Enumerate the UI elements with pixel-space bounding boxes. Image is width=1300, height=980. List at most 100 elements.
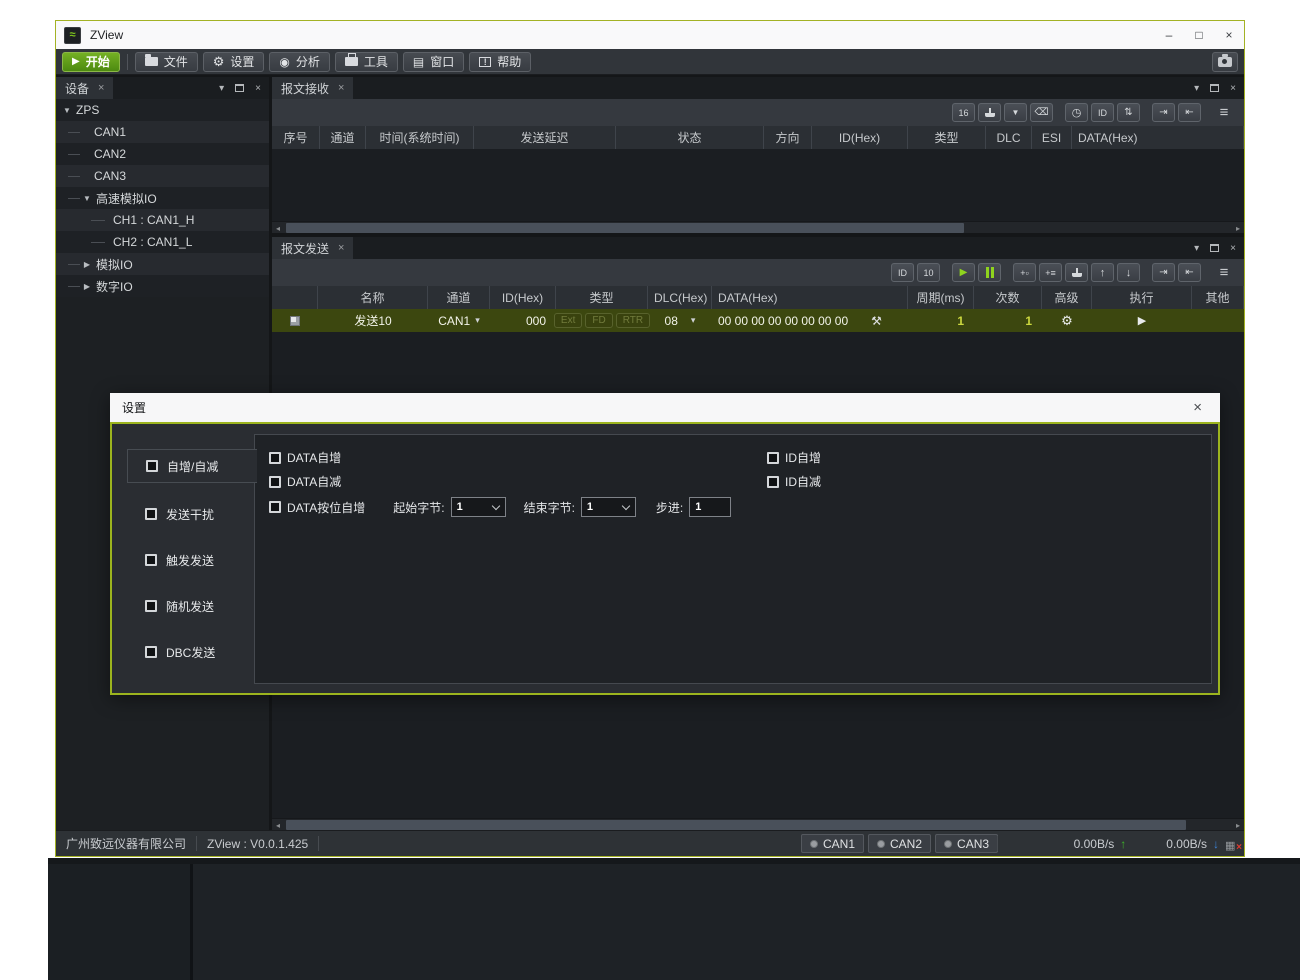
count-value[interactable]: 1 xyxy=(1025,314,1032,328)
data-format-button[interactable]: 10 xyxy=(917,263,940,282)
clear-list-button[interactable] xyxy=(978,103,1001,122)
clear-frames-button[interactable] xyxy=(1065,263,1088,282)
move-up-button[interactable]: ↑ xyxy=(1091,263,1114,282)
analyze-button[interactable]: ◉ 分析 xyxy=(269,52,330,72)
erase-button[interactable]: ⌫ xyxy=(1030,103,1053,122)
frame-id[interactable]: 000 xyxy=(526,314,546,328)
close-icon[interactable]: × xyxy=(338,82,344,94)
execute-play-icon[interactable]: ▶ xyxy=(1138,314,1146,327)
start-button[interactable]: ▶ 开始 xyxy=(62,52,120,72)
float-window-icon[interactable] xyxy=(235,84,244,92)
option-id-decrement[interactable]: ID自减 xyxy=(767,473,821,490)
import-button[interactable]: ⇤ xyxy=(1178,103,1201,122)
dialog-tab-dbc-send[interactable]: DBC发送 xyxy=(127,635,254,669)
can2-indicator[interactable]: CAN2 xyxy=(868,834,931,853)
frame-data[interactable]: 00 00 00 00 00 00 00 00 xyxy=(718,314,848,328)
close-button[interactable]: × xyxy=(1214,21,1244,49)
column-header[interactable]: DATA(Hex) xyxy=(712,286,908,309)
ext-flag-button[interactable]: Ext xyxy=(554,313,582,328)
send-pause-button[interactable] xyxy=(978,263,1001,282)
step-input[interactable]: 1 xyxy=(689,497,731,517)
maximize-button[interactable]: □ xyxy=(1184,21,1214,49)
panel-menu-button[interactable]: ≡ xyxy=(1212,263,1236,282)
column-header[interactable]: 其他 xyxy=(1192,286,1244,309)
chevron-right-icon[interactable]: ▶ xyxy=(82,260,92,269)
chevron-right-icon[interactable]: ▶ xyxy=(82,282,92,291)
column-header[interactable]: DLC(Hex) xyxy=(648,286,712,309)
column-header[interactable]: 通道 xyxy=(320,126,366,149)
chevron-down-icon[interactable]: ▼ xyxy=(82,194,92,203)
help-button[interactable]: 帮助 xyxy=(469,52,531,72)
add-frame-button[interactable]: +▫ xyxy=(1013,263,1036,282)
advanced-gear-icon[interactable]: ⚙ xyxy=(1061,313,1073,329)
tab-message-send[interactable]: 报文发送 × xyxy=(272,237,353,259)
scroll-left-icon[interactable]: ◂ xyxy=(272,222,284,234)
scroll-lock-button[interactable]: ⇅ xyxy=(1117,103,1140,122)
data-increment-checkbox[interactable] xyxy=(269,452,281,464)
dlc-select[interactable]: 08 ▾ xyxy=(648,309,712,332)
close-icon[interactable]: × xyxy=(98,82,104,94)
send-start-button[interactable]: ▶ xyxy=(952,263,975,282)
start-byte-select[interactable]: 1 xyxy=(451,497,506,517)
column-header[interactable]: 类型 xyxy=(556,286,648,309)
send-table-row[interactable]: 发送10 CAN1 ▾ 000 Ext FD RTR 08 ▾ xyxy=(272,309,1244,332)
column-header[interactable]: DATA(Hex) xyxy=(1072,126,1244,149)
tree-item-analog-io[interactable]: ▶ 模拟IO xyxy=(56,253,269,275)
filter-button[interactable]: ▼ xyxy=(1004,103,1027,122)
scrollbar-thumb[interactable] xyxy=(286,820,1186,830)
dialog-tab-interference[interactable]: 发送干扰 xyxy=(127,497,254,531)
close-icon[interactable]: × xyxy=(338,242,344,254)
file-button[interactable]: 文件 xyxy=(135,52,198,72)
data-bitwise-checkbox[interactable] xyxy=(269,501,281,513)
tree-item-can1[interactable]: CAN1 xyxy=(56,121,269,143)
column-header[interactable]: 状态 xyxy=(616,126,764,149)
settings-button[interactable]: ⚙ 设置 xyxy=(203,52,265,72)
tree-item-can2[interactable]: CAN2 xyxy=(56,143,269,165)
import-button[interactable]: ⇤ xyxy=(1178,263,1201,282)
tree-item-ch2[interactable]: CH2 : CAN1_L xyxy=(56,231,269,253)
dialog-tab-trigger-send[interactable]: 触发发送 xyxy=(127,543,254,577)
send-hscrollbar[interactable]: ◂ ▸ xyxy=(272,818,1244,830)
tree-item-highspeed-analog-io[interactable]: ▼ 高速模拟IO xyxy=(56,187,269,209)
end-byte-select[interactable]: 1 xyxy=(581,497,636,517)
period-value[interactable]: 1 xyxy=(957,314,964,328)
column-header[interactable]: 序号 xyxy=(272,126,320,149)
column-header[interactable]: 执行 xyxy=(1092,286,1192,309)
chevron-down-icon[interactable]: ▼ xyxy=(62,106,72,115)
option-id-increment[interactable]: ID自增 xyxy=(767,449,821,466)
tree-item-ch1[interactable]: CH1 : CAN1_H xyxy=(56,209,269,231)
column-header[interactable]: 类型 xyxy=(908,126,986,149)
data-decrement-checkbox[interactable] xyxy=(269,476,281,488)
add-list-frame-button[interactable]: +≡ xyxy=(1039,263,1062,282)
column-header[interactable]: 发送延迟 xyxy=(474,126,616,149)
rtr-flag-button[interactable]: RTR xyxy=(616,313,650,328)
column-header[interactable]: ID(Hex) xyxy=(812,126,908,149)
column-header[interactable]: 方向 xyxy=(764,126,812,149)
tools-button[interactable]: 工具 xyxy=(335,52,398,72)
can3-indicator[interactable]: CAN3 xyxy=(935,834,998,853)
minimize-button[interactable]: – xyxy=(1154,21,1184,49)
id-format-button[interactable]: ID xyxy=(891,263,914,282)
id-increment-checkbox[interactable] xyxy=(767,452,779,464)
chevron-down-icon[interactable]: ▾ xyxy=(1194,243,1199,254)
interference-tab-checkbox[interactable] xyxy=(145,508,157,520)
column-header[interactable]: ESI xyxy=(1032,126,1072,149)
scroll-right-icon[interactable]: ▸ xyxy=(1232,819,1244,830)
panel-menu-button[interactable]: ≡ xyxy=(1212,103,1236,122)
channel-select[interactable]: CAN1 ▾ xyxy=(428,309,490,332)
receive-hscrollbar[interactable]: ◂ ▸ xyxy=(272,221,1244,233)
increment-tab-checkbox[interactable] xyxy=(146,460,158,472)
tree-item-zps[interactable]: ▼ ZPS xyxy=(56,99,269,121)
float-window-icon[interactable] xyxy=(1210,84,1219,92)
column-header[interactable]: 高级 xyxy=(1042,286,1092,309)
option-data-increment[interactable]: DATA自增 xyxy=(269,449,341,466)
option-data-decrement[interactable]: DATA自减 xyxy=(269,473,341,490)
option-data-bitwise-increment[interactable]: DATA按位自增 起始字节: 1 结束字节: 1 步进: 1 xyxy=(269,497,731,517)
id-decrement-checkbox[interactable] xyxy=(767,476,779,488)
column-header[interactable]: DLC xyxy=(986,126,1032,149)
column-header[interactable]: 时间(系统时间) xyxy=(366,126,474,149)
id-display-button[interactable]: ID xyxy=(1091,103,1114,122)
close-icon[interactable]: × xyxy=(1230,243,1236,254)
column-header[interactable]: ID(Hex) xyxy=(490,286,556,309)
timestamp-button[interactable]: ◷ xyxy=(1065,103,1088,122)
